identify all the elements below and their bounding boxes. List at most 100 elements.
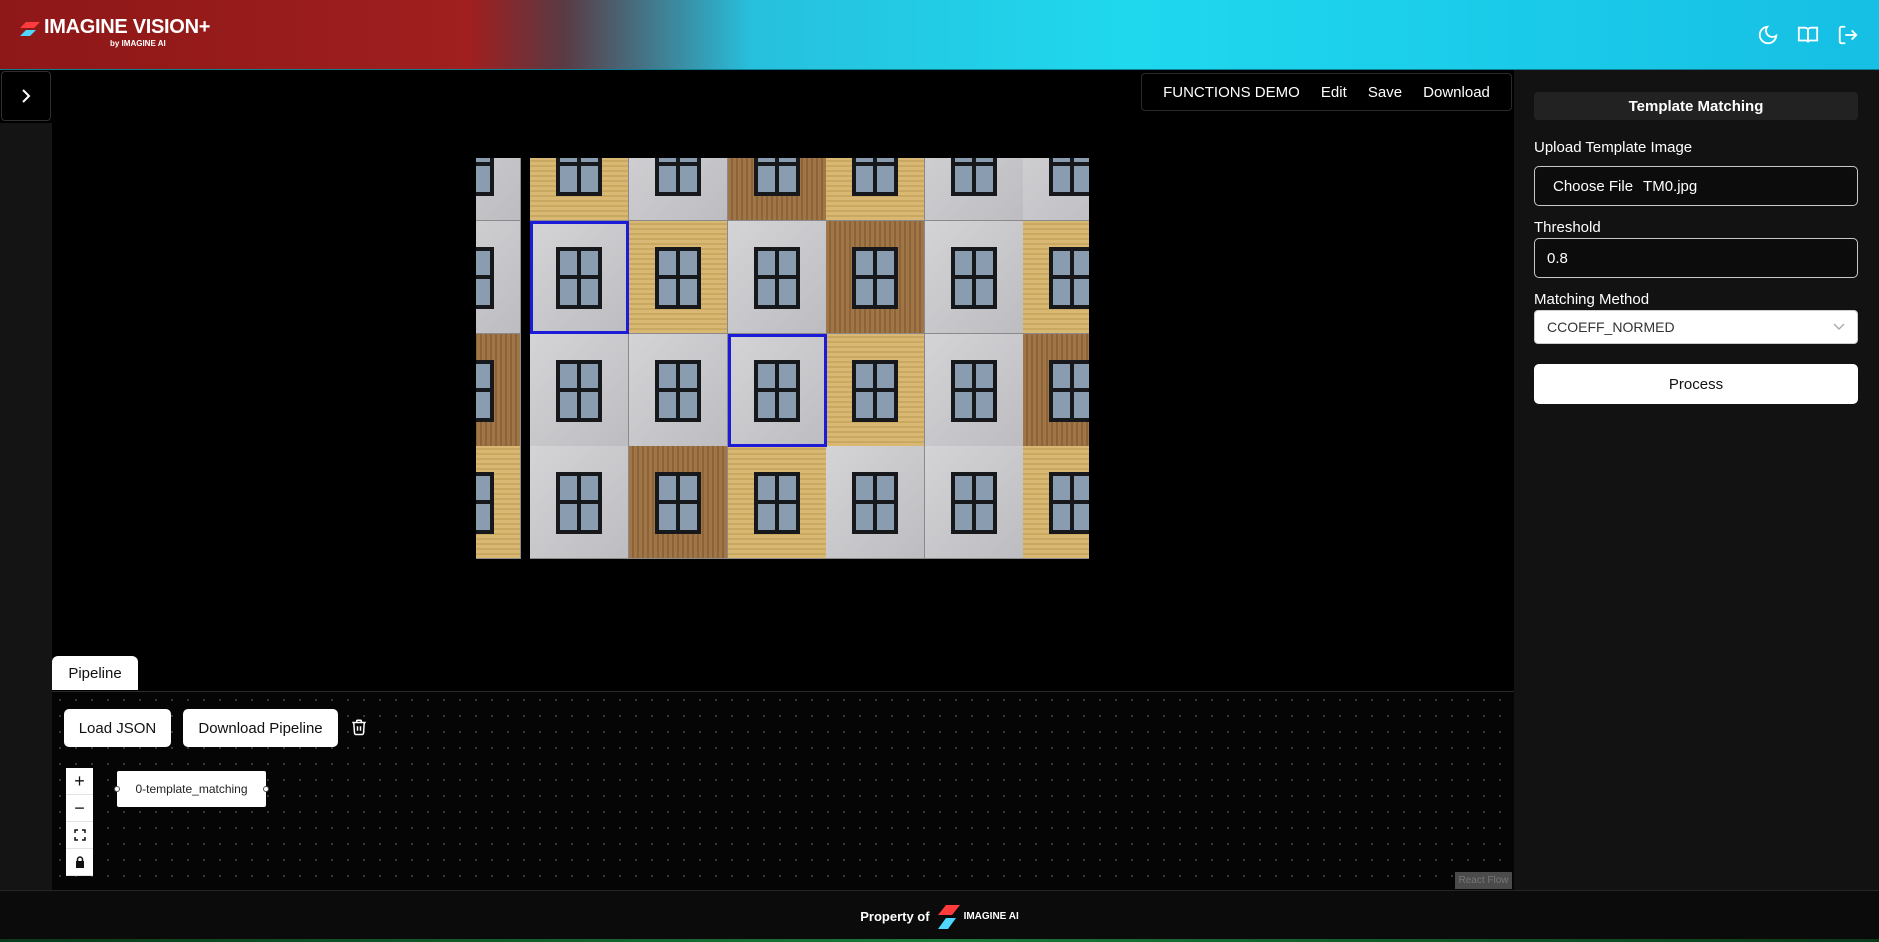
choose-file-button[interactable]: Choose File: [1553, 178, 1633, 195]
facade-panel: [826, 158, 925, 221]
facade-window: [754, 158, 800, 196]
facade-panel: [826, 221, 925, 334]
app-logo[interactable]: IMAGINE VISION+: [20, 17, 210, 37]
facade-window: [476, 158, 494, 196]
facade-panel: [728, 446, 827, 559]
left-strip: [0, 123, 52, 890]
footer-logo-icon: [937, 904, 960, 929]
tab-pipeline[interactable]: Pipeline: [52, 656, 138, 690]
facade-window: [556, 472, 602, 534]
zoom-out-button[interactable]: −: [66, 795, 93, 822]
node-input-handle[interactable]: [114, 786, 120, 792]
match-box: [728, 334, 827, 447]
facade-panel: [476, 221, 521, 334]
app-header: IMAGINE VISION+ by IMAGINE AI: [0, 0, 1879, 70]
matching-method-select[interactable]: CCOEFF_NORMED: [1534, 310, 1858, 344]
facade-panel: [1023, 446, 1089, 559]
footer: Property of IMAGINE AI: [0, 890, 1879, 942]
facade-window: [852, 360, 898, 422]
file-name: TM0.jpg: [1643, 177, 1698, 195]
facade-window: [951, 360, 997, 422]
facade-window: [476, 360, 494, 422]
facade-panel: [925, 158, 1024, 221]
panel-title: Template Matching: [1534, 92, 1858, 120]
threshold-value: 0.8: [1547, 249, 1568, 267]
chevron-right-icon: [22, 89, 31, 103]
lock-button[interactable]: [66, 849, 93, 876]
facade-panel: [925, 221, 1024, 334]
facade-window: [476, 247, 494, 309]
facade-window: [951, 158, 997, 196]
facade-window: [852, 472, 898, 534]
facade-panel: [925, 446, 1024, 559]
node-label: 0-template_matching: [135, 782, 248, 796]
upload-label: Upload Template Image: [1534, 139, 1693, 156]
sidebar-toggle-button[interactable]: [1, 71, 51, 121]
fit-view-button[interactable]: [66, 822, 93, 849]
menu-edit[interactable]: Edit: [1321, 84, 1347, 101]
facade-window: [754, 472, 800, 534]
trash-icon[interactable]: [350, 717, 370, 739]
top-menu: FUNCTIONS DEMO Edit Save Download: [1141, 73, 1512, 111]
method-value: CCOEFF_NORMED: [1547, 319, 1675, 335]
facade-window: [655, 158, 701, 196]
facade-panel: [826, 446, 925, 559]
chevron-down-icon: [1833, 323, 1845, 330]
react-flow-attribution[interactable]: React Flow: [1455, 872, 1512, 889]
facade-panel: [629, 334, 728, 447]
file-input[interactable]: Choose File TM0.jpg: [1534, 166, 1858, 206]
book-icon[interactable]: [1795, 22, 1821, 48]
minus-icon: −: [74, 797, 85, 818]
facade-window: [852, 158, 898, 196]
facade-panel: [1023, 158, 1089, 221]
menu-download[interactable]: Download: [1423, 84, 1490, 101]
logout-icon[interactable]: [1835, 22, 1861, 48]
logo-subtitle: by IMAGINE AI: [110, 39, 166, 48]
facade-panel: [629, 158, 728, 221]
facade-window: [1049, 158, 1089, 196]
threshold-label: Threshold: [1534, 219, 1601, 236]
zoom-in-button[interactable]: +: [66, 768, 93, 795]
facade-panel: [1023, 221, 1089, 334]
plus-icon: +: [74, 770, 85, 791]
logo-text: IMAGINE VISION+: [44, 16, 211, 38]
facade-window: [951, 472, 997, 534]
logo-mark-icon: [20, 22, 40, 36]
fit-view-icon: [73, 829, 86, 841]
node-output-handle[interactable]: [263, 786, 269, 792]
facade-window: [852, 247, 898, 309]
facade-panel: [728, 158, 827, 221]
facade-panel: [530, 158, 629, 221]
method-label: Matching Method: [1534, 291, 1650, 308]
threshold-input[interactable]: 0.8: [1534, 238, 1858, 278]
facade-panel: [530, 334, 629, 447]
facade-panel: [629, 446, 728, 559]
result-image: [476, 158, 1089, 566]
flow-controls: + −: [66, 768, 93, 876]
process-button[interactable]: Process: [1534, 364, 1858, 404]
facade-panel: [476, 158, 521, 221]
facade-panel: [728, 221, 827, 334]
load-json-button[interactable]: Load JSON: [64, 709, 171, 747]
facade-panel: [476, 446, 521, 559]
pipeline-node[interactable]: 0-template_matching: [114, 771, 269, 807]
match-box: [530, 221, 629, 334]
facade-panel: [629, 221, 728, 334]
facade-window: [1049, 360, 1089, 422]
menu-save[interactable]: Save: [1368, 84, 1402, 101]
facade-panel: [925, 334, 1024, 447]
facade-window: [655, 472, 701, 534]
facade-window: [476, 472, 494, 534]
menu-functions-demo[interactable]: FUNCTIONS DEMO: [1163, 84, 1300, 101]
facade-window: [1049, 472, 1089, 534]
footer-text: Property of: [860, 909, 930, 924]
facade-window: [951, 247, 997, 309]
facade-window: [655, 360, 701, 422]
moon-icon[interactable]: [1755, 22, 1781, 48]
facade-window: [556, 158, 602, 196]
facade-window: [655, 247, 701, 309]
download-pipeline-button[interactable]: Download Pipeline: [183, 709, 338, 747]
facade-panel: [826, 334, 925, 447]
footer-logo-text: IMAGINE AI: [963, 911, 1019, 922]
facade-window: [556, 360, 602, 422]
